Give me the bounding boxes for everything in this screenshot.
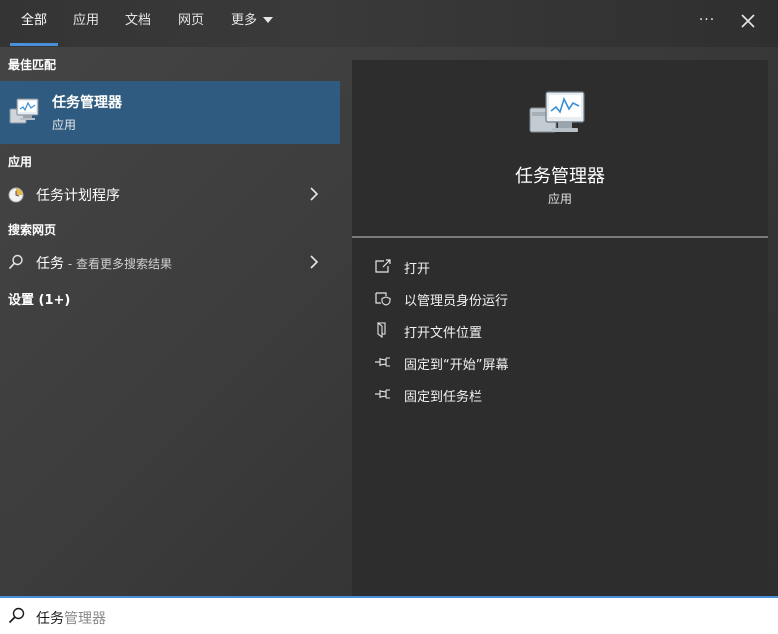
tab-all[interactable]: 全部 xyxy=(10,0,58,47)
app-item-label: 任务计划程序 xyxy=(36,188,120,204)
tab-apps[interactable]: 应用 xyxy=(64,0,108,47)
top-bar: 全部 应用 文档 网页 更多 ··· xyxy=(0,0,778,47)
open-icon xyxy=(375,259,391,273)
web-search-item[interactable]: 任务 - 查看更多搜索结果 xyxy=(0,247,340,277)
action-pin-to-start-label: 固定到“开始”屏幕 xyxy=(404,358,509,373)
web-search-label: 任务 - 查看更多搜索结果 xyxy=(36,253,172,273)
search-panel: 全部 应用 文档 网页 更多 ··· 最佳匹配 任务管理器 应用 应用 任务计划… xyxy=(0,0,778,596)
action-open-file-location-label: 打开文件位置 xyxy=(404,326,483,341)
tab-documents[interactable]: 文档 xyxy=(116,0,160,47)
search-suggestion-text: 管理器 xyxy=(64,611,106,627)
more-options-button[interactable]: ··· xyxy=(690,0,724,47)
pin-icon xyxy=(375,357,390,367)
close-icon[interactable] xyxy=(737,10,759,32)
action-open[interactable]: 打开 xyxy=(372,252,752,280)
web-search-suffix: - 查看更多搜索结果 xyxy=(64,257,172,271)
task-manager-icon xyxy=(9,98,39,124)
chevron-down-icon xyxy=(263,16,273,23)
results-list: 最佳匹配 任务管理器 应用 应用 任务计划程序 搜索网页 任务 - 查看更多搜索… xyxy=(0,47,340,596)
clock-icon xyxy=(8,187,24,203)
best-match-title: 任务管理器 xyxy=(52,95,122,111)
tab-more[interactable]: 更多 xyxy=(222,0,282,47)
action-run-as-admin-label: 以管理员身份运行 xyxy=(404,294,509,309)
search-icon xyxy=(8,254,23,270)
best-match-item[interactable]: 任务管理器 应用 xyxy=(0,81,340,144)
web-search-query: 任务 xyxy=(36,256,64,272)
action-pin-to-start[interactable]: 固定到“开始”屏幕 xyxy=(372,348,752,376)
action-open-label: 打开 xyxy=(404,262,431,277)
action-pin-to-taskbar[interactable]: 固定到任务栏 xyxy=(372,380,752,408)
search-bar[interactable]: 任务管理器 xyxy=(0,596,778,634)
pin-icon xyxy=(375,389,390,399)
detail-title: 任务管理器 xyxy=(515,166,605,187)
best-match-subtitle: 应用 xyxy=(52,118,77,132)
web-search-header: 搜索网页 xyxy=(8,223,57,237)
action-pin-to-taskbar-label: 固定到任务栏 xyxy=(404,390,483,405)
detail-divider xyxy=(352,236,768,238)
tab-more-label: 更多 xyxy=(230,13,257,28)
chevron-right-icon[interactable] xyxy=(308,255,320,269)
shield-icon xyxy=(375,292,391,306)
file-location-icon xyxy=(377,322,386,338)
tab-web[interactable]: 网页 xyxy=(169,0,213,47)
action-open-file-location[interactable]: 打开文件位置 xyxy=(372,316,752,344)
chevron-right-icon[interactable] xyxy=(308,187,320,201)
search-icon xyxy=(8,607,25,624)
best-match-header: 最佳匹配 xyxy=(8,58,57,72)
detail-subtitle: 应用 xyxy=(547,192,572,206)
apps-header: 应用 xyxy=(8,155,33,169)
task-manager-icon xyxy=(529,91,585,133)
app-item-task-scheduler[interactable]: 任务计划程序 xyxy=(0,179,340,209)
settings-header[interactable]: 设置 (1+) xyxy=(8,289,70,308)
active-tab-indicator xyxy=(10,43,58,46)
detail-pane: 任务管理器 应用 打开 以管理员身份运行 打开文件位置 固定到“开始”屏幕 固定… xyxy=(352,60,768,596)
search-input[interactable]: 任务管理器 xyxy=(36,608,106,628)
search-typed-text: 任务 xyxy=(36,611,64,627)
action-run-as-admin[interactable]: 以管理员身份运行 xyxy=(372,284,752,312)
